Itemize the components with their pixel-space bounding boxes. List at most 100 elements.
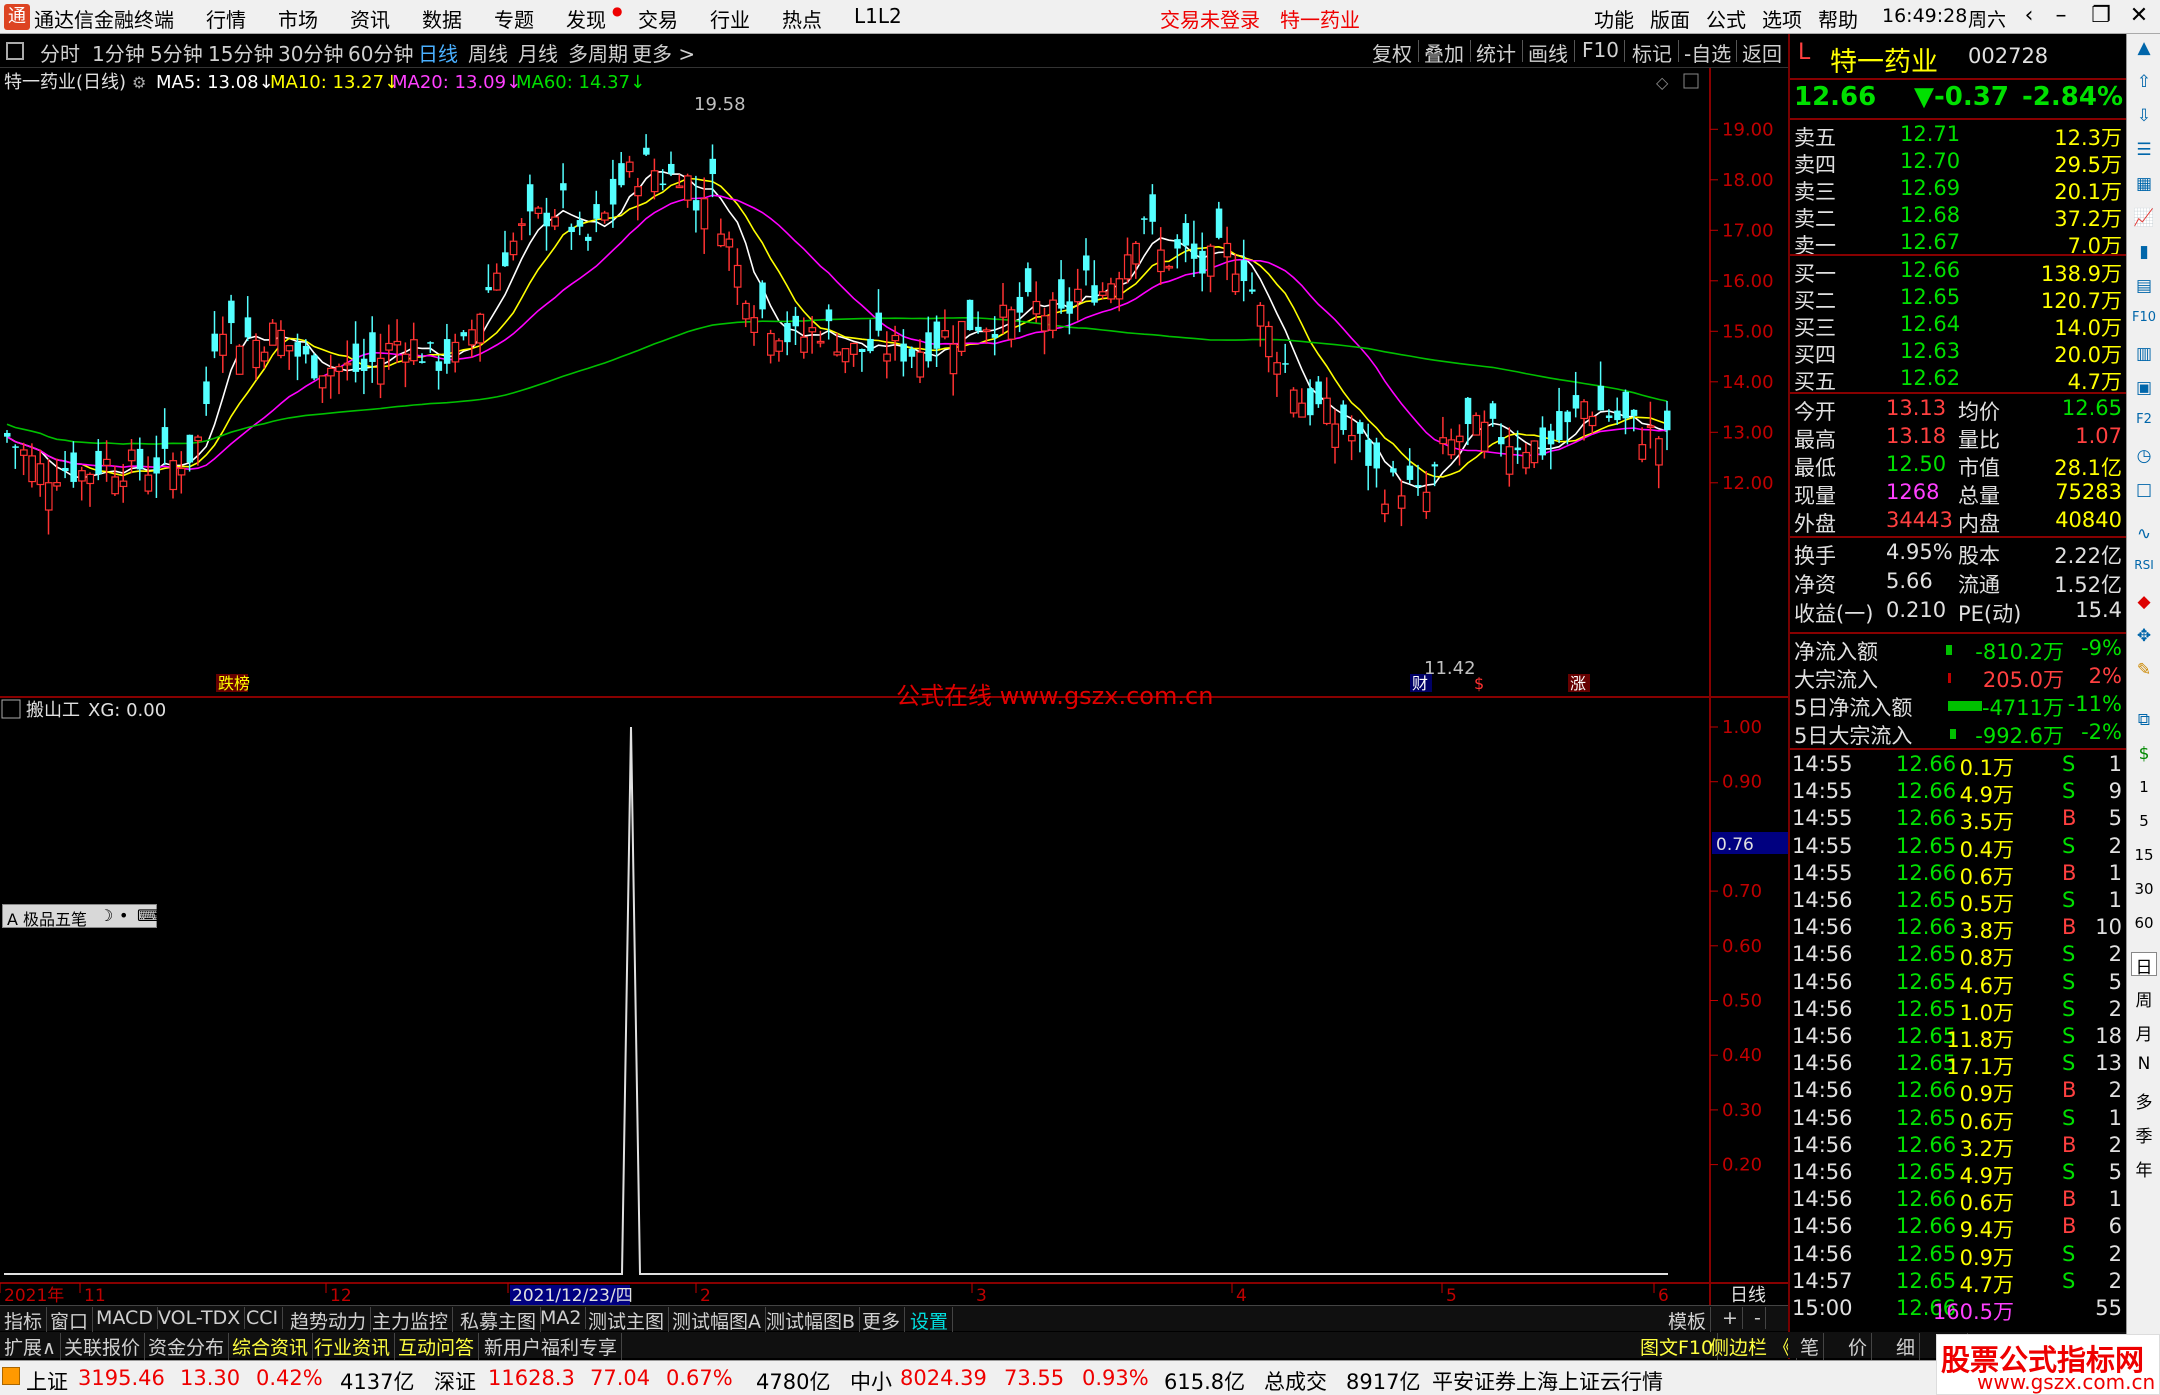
btn-back[interactable]: 返回 [1742,38,1782,67]
back-icon[interactable]: ‹ [2014,3,2044,28]
btn-overlay[interactable]: 叠加 [1424,38,1464,67]
down-arrow-icon[interactable]: ⇩ [2131,106,2157,130]
info-tab[interactable]: 行业资讯 [310,1333,396,1360]
period-multi-side[interactable]: 多 [2131,1088,2157,1113]
ime-toolbar[interactable]: A 极品五笔 ☽ • ⌨ [2,904,160,929]
kline-chart[interactable]: 特一药业(日线) ⚙ MA5: 13.08↓ MA10: 13.27↓ MA20… [0,68,1788,1305]
indicator-tab[interactable]: + [1718,1307,1743,1329]
btn-f10[interactable]: F10 [1582,38,1619,62]
square-icon[interactable]: □ [2131,480,2157,504]
indicator-tab[interactable]: 更多 [858,1307,906,1334]
book-icon[interactable]: ▣ [2131,378,2157,402]
period-60min[interactable]: 60分钟 [348,38,413,67]
btn-stats[interactable]: 统计 [1476,38,1516,67]
menu-function[interactable]: 功能 [1594,4,1634,33]
indicator-tab[interactable]: 测试主图 [584,1307,670,1334]
indicator-tab[interactable]: MACD [92,1307,158,1329]
period-year[interactable]: 年 [2131,1156,2157,1181]
menu-industry[interactable]: 行业 [710,4,750,33]
period-quarter[interactable]: 季 [2131,1122,2157,1147]
menu-options[interactable]: 选项 [1762,4,1802,33]
right-tab[interactable]: 细 [1892,1333,1921,1360]
window-s-icon[interactable]: ⧉ [2131,710,2157,734]
minimize-icon[interactable]: – [2046,3,2076,28]
indicator-tab[interactable]: 模板 [1664,1307,1712,1334]
indicator-tab[interactable]: 测试幅图B [762,1307,861,1334]
menu-trade[interactable]: 交易 [638,4,678,33]
trade-login-status[interactable]: 交易未登录 [1160,4,1260,33]
period-week[interactable]: 周 [2131,986,2157,1011]
indicator-tab[interactable]: 主力监控 [368,1307,454,1334]
menu-quotes[interactable]: 行情 [206,4,246,33]
settings-gear-icon[interactable]: ⚙ [132,73,146,92]
close-icon[interactable]: ✕ [2124,3,2154,28]
period-5min[interactable]: 5分钟 [150,38,203,67]
marker-dollar[interactable]: $ [1474,674,1484,693]
table-icon[interactable]: ▥ [2131,344,2157,368]
menu-market[interactable]: 市场 [278,4,318,33]
pen-icon[interactable]: ✎ [2131,660,2157,684]
alert-icon[interactable]: ◆ [2131,592,2157,616]
menu-data[interactable]: 数据 [422,4,462,33]
period-30-icon[interactable]: 30 [2131,880,2157,904]
indicator-tab[interactable]: VOL-TDX [154,1307,246,1329]
ime-dot-icon[interactable]: • [119,906,128,925]
rsi-icon[interactable]: RSI [2131,558,2157,582]
indicator-tab[interactable]: 指标 [0,1307,48,1334]
period-monthly[interactable]: 月线 [518,38,558,67]
sz-name[interactable]: 深证 [434,1366,476,1395]
ime-keyboard-icon[interactable]: ⌨ [137,906,160,925]
marker-rise[interactable]: 涨 [1570,674,1586,693]
marker-finance[interactable]: 财 [1412,674,1428,693]
panel-toggle-icon[interactable] [6,42,24,60]
ime-moon-icon[interactable]: ☽ [99,906,113,925]
period-multi[interactable]: 多周期 [568,38,628,67]
menu-layout[interactable]: 版面 [1650,4,1690,33]
period-n[interactable]: N [2131,1054,2157,1078]
right-tab[interactable]: 价 [1844,1333,1873,1360]
info-tab[interactable]: 侧边栏 《 [1706,1333,1798,1360]
period-tick[interactable]: 分时 [40,38,80,67]
f10-icon[interactable]: F10 [2131,310,2157,334]
up-icon[interactable]: ▲ [2131,38,2157,62]
menu-help[interactable]: 帮助 [1818,4,1858,33]
info-tab[interactable]: 互动问答 [394,1333,480,1360]
indicator-tab[interactable]: 私募主图 [456,1307,542,1334]
period-5-icon[interactable]: 5 [2131,812,2157,836]
indicator-tab[interactable]: 趋势动力 [286,1307,372,1334]
wave-icon[interactable]: ∿ [2131,524,2157,548]
restore-icon[interactable]: ❐ [2086,3,2116,28]
period-daily[interactable]: 日线 [418,38,458,67]
menu-discover[interactable]: 发现 [566,4,606,33]
menu-formula[interactable]: 公式 [1706,4,1746,33]
indicator-tab[interactable]: CCI [242,1307,284,1329]
news-icon[interactable]: ▤ [2131,276,2157,300]
diamond-icon[interactable]: ◇ [1656,73,1669,92]
info-tab[interactable]: 扩展∧ [0,1333,61,1360]
period-15-icon[interactable]: 15 [2131,846,2157,870]
menu-l1l2[interactable]: L1L2 [854,4,902,28]
status-icon[interactable] [2,1367,20,1385]
menu-topics[interactable]: 专题 [494,4,534,33]
indicator-tab[interactable]: 测试幅图A [668,1307,766,1334]
up-arrow-icon[interactable]: ⇧ [2131,72,2157,96]
info-tab[interactable]: 关联报价 [60,1333,146,1360]
list-icon[interactable]: ☰ [2131,140,2157,164]
grid-icon[interactable]: ▦ [2131,174,2157,198]
btn-mark[interactable]: 标记 [1632,38,1672,67]
clock-icon[interactable]: ◷ [2131,446,2157,470]
btn-remove-watch[interactable]: -自选 [1684,38,1731,67]
indicator-tab[interactable]: 设置 [906,1307,954,1334]
chart-icon[interactable]: 📈 [2131,208,2157,232]
menu-news[interactable]: 资讯 [350,4,390,33]
window-icon[interactable] [1683,73,1699,89]
info-tab[interactable]: 综合资讯 [228,1333,314,1360]
marker-drop-rank[interactable]: 跌榜 [218,674,250,693]
f2-icon[interactable]: F2 [2131,412,2157,436]
dollar-icon[interactable]: $ [2131,744,2157,768]
period-day[interactable]: 日 [2131,952,2157,978]
pane-toggle-icon[interactable] [1,699,21,719]
zx-name[interactable]: 中小 [850,1366,892,1395]
period-15min[interactable]: 15分钟 [208,38,273,67]
sh-name[interactable]: 上证 [26,1366,68,1395]
